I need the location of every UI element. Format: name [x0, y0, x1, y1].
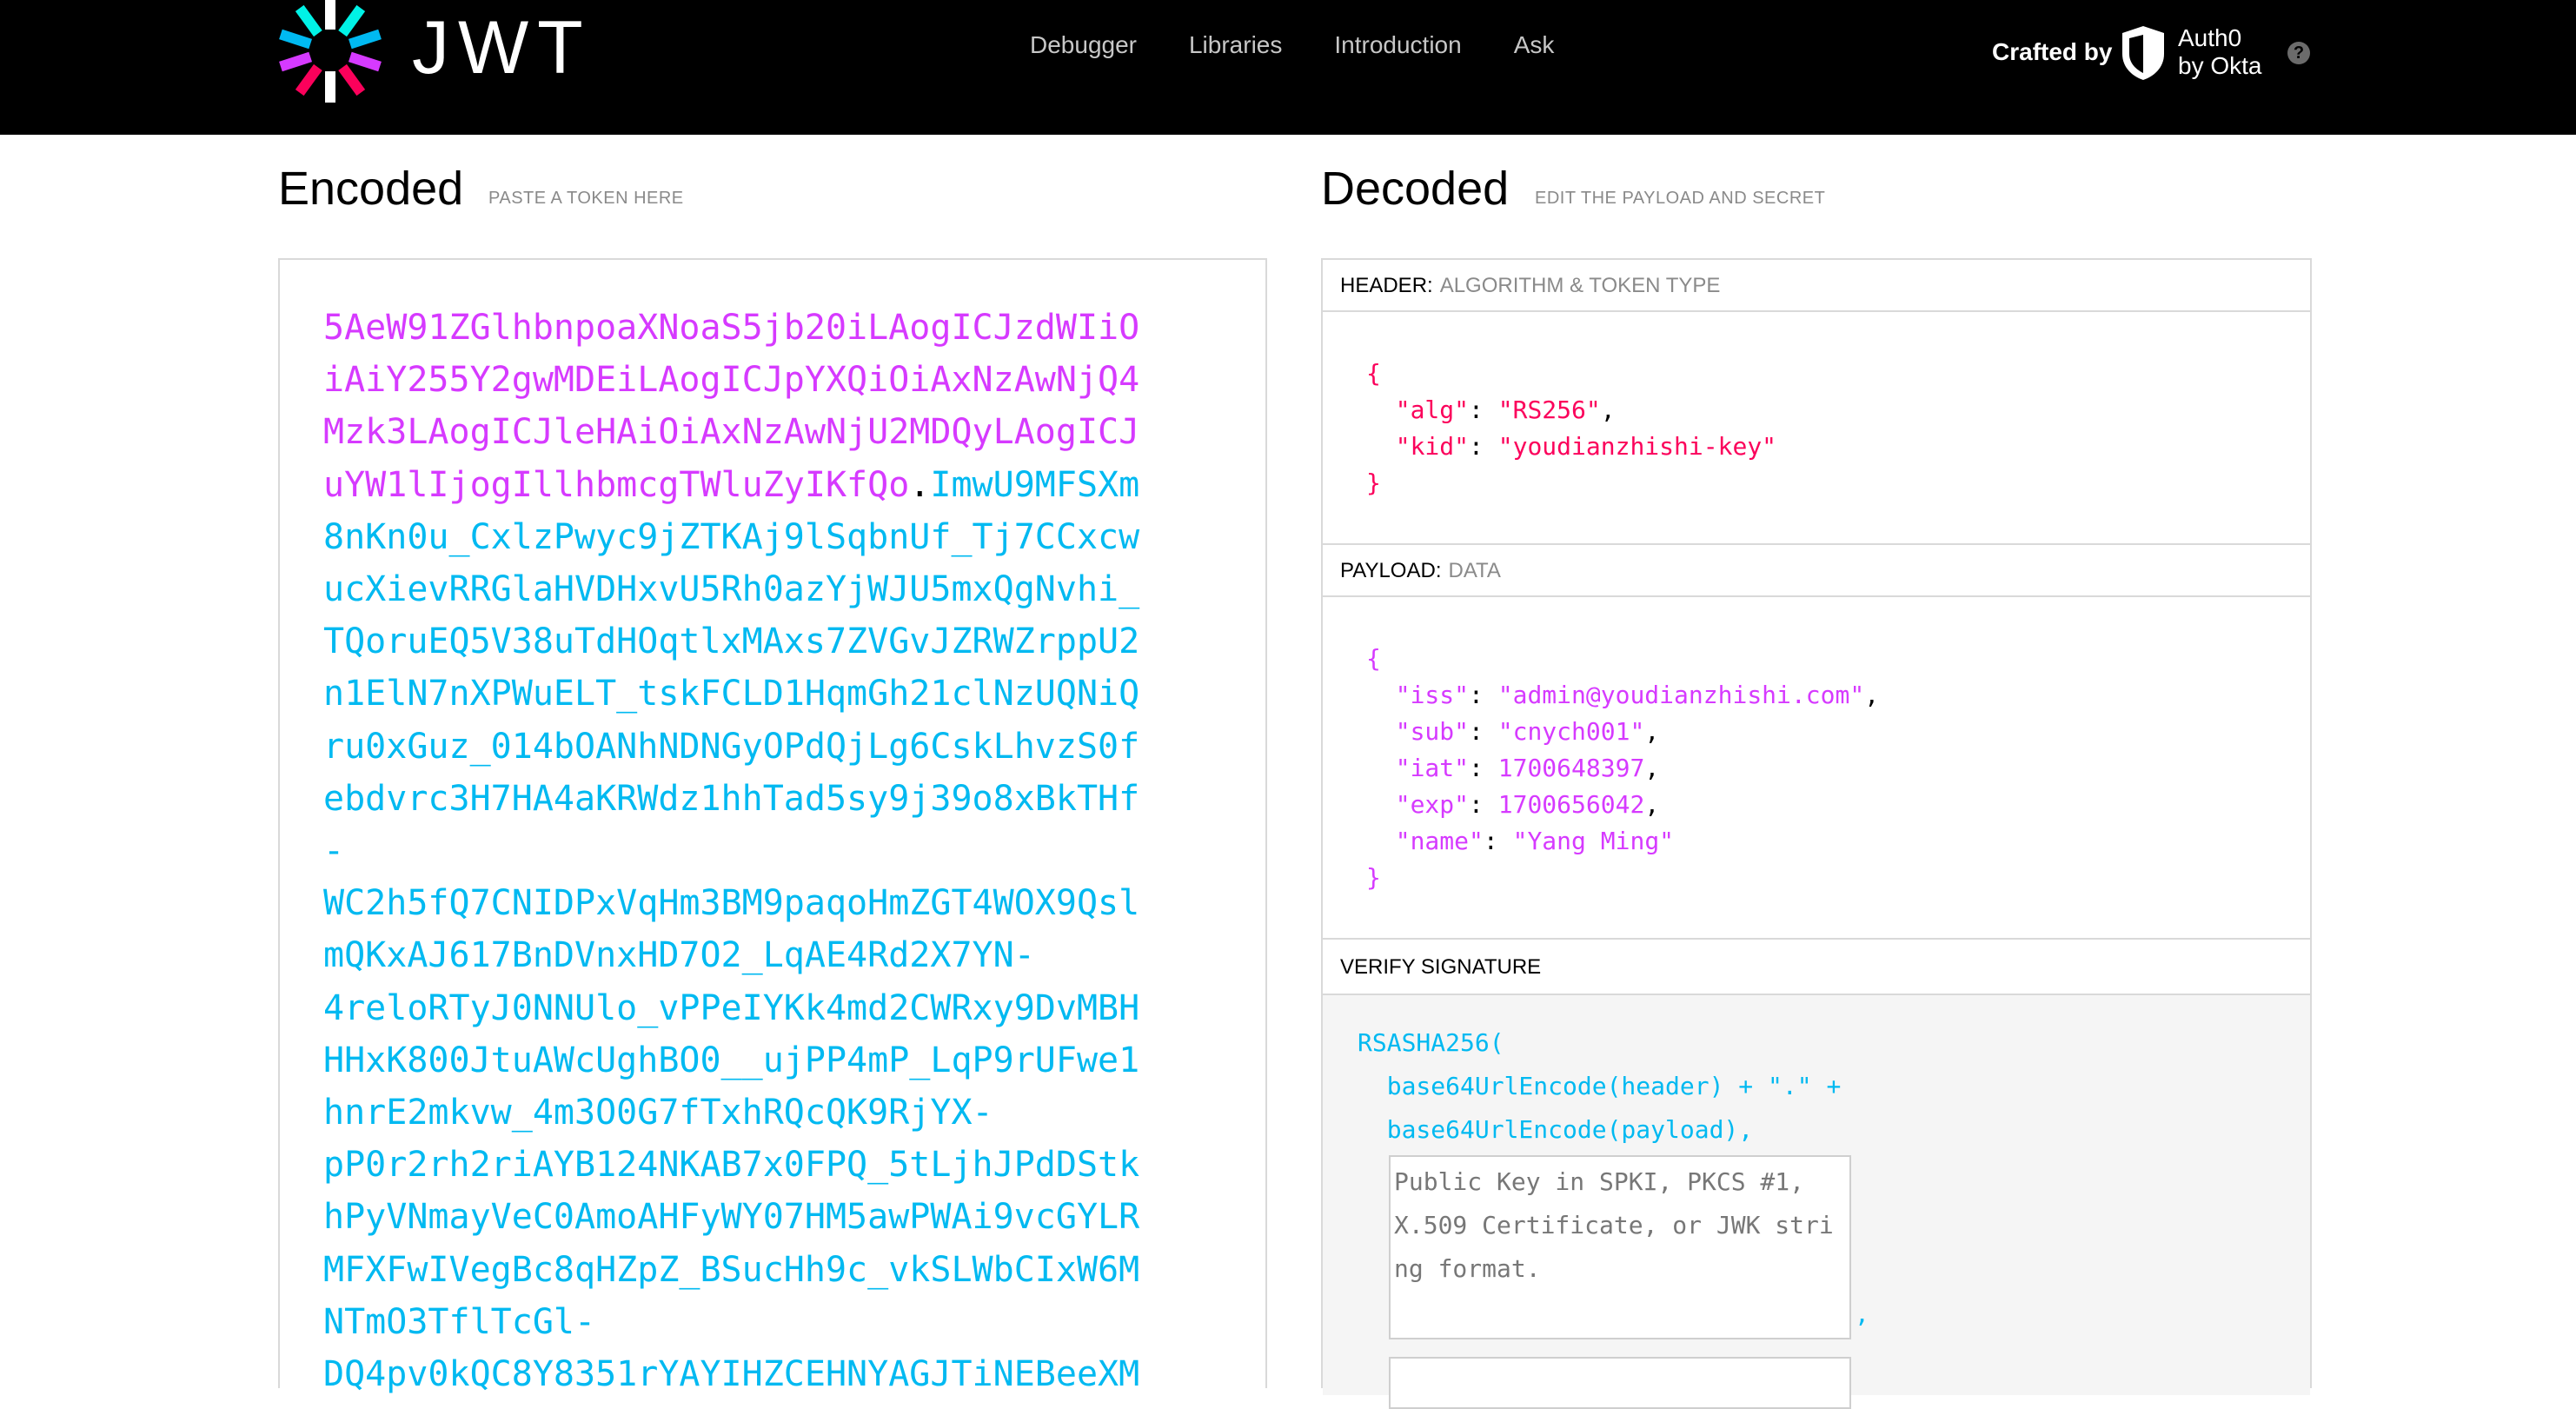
header-json-editor[interactable]: { "alg": "RS256", "kid": "youdianzhishi-…	[1323, 312, 2310, 545]
private-key-input[interactable]	[1389, 1357, 1851, 1409]
token-signature-line: HHxK800JtuAWcUghBO0__ujPP4mP_LqP9rUFwe1	[323, 1040, 1140, 1080]
encoded-token-editor[interactable]: 5AeW91ZGlhbnpoaXNoaS5jb20iLAogICJzdWIiO …	[278, 258, 1267, 1394]
json-key: "kid"	[1395, 432, 1470, 461]
main-nav: Debugger Libraries Introduction Ask	[1030, 28, 1606, 63]
decoded-subtitle: EDIT THE PAYLOAD AND SECRET	[1535, 189, 1826, 208]
token-signature-line: -	[323, 831, 345, 872]
json-key: "name"	[1395, 827, 1484, 855]
json-key: "sub"	[1395, 717, 1470, 746]
payload-json-editor[interactable]: { "iss": "admin@youdianzhishi.com", "sub…	[1323, 597, 2310, 940]
header-kid-value: "youdianzhishi-key"	[1497, 432, 1777, 461]
verify-signature-body: RSASHA256( base64UrlEncode(header) + "."…	[1323, 995, 2310, 1409]
token-signature-line: 4reloRTyJ0NNUlo_vPPeIYKk4md2CWRxy9DvMBH	[323, 987, 1140, 1028]
token-signature-line: pP0r2rh2riAYB124NKAB7x0FPQ_5tLjhJPdDStk	[323, 1145, 1140, 1186]
token-signature-line: hnrE2mkvw_4m3O0G7fTxhRQcQK9RjYX-	[323, 1093, 993, 1133]
token-signature-line: mQKxAJ617BnDVnxHD7O2_LqAE4Rd2X7YN-	[323, 935, 1035, 976]
token-signature-line: n1ElN7nXPWuELT_tskFCLD1HqmGh21clNzUQNiQ	[323, 674, 1140, 714]
verify-code: RSASHA256( base64UrlEncode(header) + "."…	[1358, 1028, 1842, 1144]
payload-exp-value: 1700656042	[1497, 790, 1645, 819]
token-payload-line: Mzk3LAogICJleHAiOiAxNzAwNjU2MDQyLAogICJ	[323, 412, 1140, 453]
crafted-by-label: Crafted by	[1992, 38, 2113, 65]
payload-section-bar: PAYLOAD: DATA	[1323, 545, 2310, 597]
payload-sub-value: "cnych001"	[1497, 717, 1645, 746]
encoded-title: Encoded	[278, 163, 464, 215]
nav-ask[interactable]: Ask	[1514, 28, 1555, 63]
jwt-logo-icon[interactable]	[276, 0, 384, 103]
verify-label: VERIFY SIGNATURE	[1340, 955, 1542, 979]
payload-name-value: "Yang Ming"	[1512, 827, 1675, 855]
payload-muted-label: DATA	[1448, 559, 1501, 582]
decoded-title: Decoded	[1321, 163, 1510, 215]
json-key: "iss"	[1395, 681, 1470, 709]
header-muted-label: ALGORITHM & TOKEN TYPE	[1439, 274, 1721, 297]
token-signature-line: 8nKn0u_CxlzPwyc9jZTKAj9lSqbnUf_Tj7CCxcw	[323, 516, 1140, 557]
token-signature-line: NTmO3TflTcGl-	[323, 1301, 596, 1342]
token-signature-line: DQ4pv0kQC8Y8351rYAYIHZCEHNYAGJTiNEBeeXM	[323, 1354, 1140, 1395]
brand-wordmark[interactable]: JWT	[412, 9, 592, 87]
verify-section-bar: VERIFY SIGNATURE	[1323, 940, 2310, 995]
token-dot: .	[909, 464, 931, 505]
json-key: "alg"	[1395, 395, 1470, 424]
token-payload-line: uYW1lIjogIllhbmcgTWluZyIKfQo	[323, 464, 910, 505]
token-signature-line: ru0xGuz_014bOANhNDNGyOPdQjLg6CskLhvzS0f	[323, 726, 1140, 767]
token-signature-line: ucXievRRGlaHVDHxvU5Rh0azYjWJU5mxQgNvhi_	[323, 569, 1140, 610]
token-payload-line: 5AeW91ZGlhbnpoaXNoaS5jb20iLAogICJzdWIiO	[323, 308, 1140, 348]
header-section-bar: HEADER: ALGORITHM & TOKEN TYPE	[1323, 260, 2310, 312]
nav-debugger[interactable]: Debugger	[1030, 28, 1137, 63]
token-signature-line: ebdvrc3H7HA4aKRWdz1hhTad5sy9j39o8xBkTHf	[323, 778, 1140, 819]
top-bar: JWT Debugger Libraries Introduction Ask …	[0, 0, 2576, 135]
auth0-logo-text[interactable]: Auth0 by Okta	[2178, 24, 2261, 80]
nav-libraries[interactable]: Libraries	[1189, 28, 1282, 63]
json-key: "exp"	[1395, 790, 1470, 819]
decoded-panel: HEADER: ALGORITHM & TOKEN TYPE { "alg": "…	[1321, 258, 2312, 1409]
auth0-line2: by Okta	[2178, 52, 2262, 79]
token-payload-line: iAiY255Y2gwMDEiLAogICJpYXQiOiAxNzAwNjQ4	[323, 360, 1140, 401]
header-alg-value: "RS256"	[1497, 395, 1601, 424]
encoded-subtitle: PASTE A TOKEN HERE	[488, 189, 684, 208]
comma-separator: ,	[1855, 1299, 1869, 1328]
payload-iss-value: "admin@youdianzhishi.com"	[1497, 681, 1865, 709]
token-signature-line: ImwU9MFSXm	[930, 464, 1140, 505]
auth0-line1: Auth0	[2178, 24, 2242, 51]
header-label: HEADER:	[1340, 274, 1433, 297]
auth0-shield-icon[interactable]	[2119, 24, 2168, 86]
token-signature-line: MFXFwIVegBc8qHZpZ_BSucHh9c_vkSLWbCIxW6M	[323, 1249, 1140, 1290]
token-signature-line: TQoruEQ5V38uTdHOqtlxMAxs7ZVGvJZRWZrppU2	[323, 621, 1140, 662]
json-key: "iat"	[1395, 754, 1470, 782]
token-signature-line: hPyVNmayVeC0AmoAHFyWY07HM5awPWAi9vcGYLR	[323, 1197, 1140, 1238]
payload-label: PAYLOAD:	[1340, 559, 1442, 582]
token-signature-line: WC2h5fQ7CNIDPxVqHm3BM9paqoHmZGT4WOX9Qsl	[323, 883, 1140, 924]
payload-iat-value: 1700648397	[1497, 754, 1645, 782]
token-text[interactable]: 5AeW91ZGlhbnpoaXNoaS5jb20iLAogICJzdWIiO …	[323, 302, 1140, 1400]
help-icon[interactable]: ?	[2287, 42, 2310, 64]
nav-introduction[interactable]: Introduction	[1334, 28, 1461, 63]
public-key-input[interactable]: Public Key in SPKI, PKCS #1, X.509 Certi…	[1389, 1155, 1851, 1339]
